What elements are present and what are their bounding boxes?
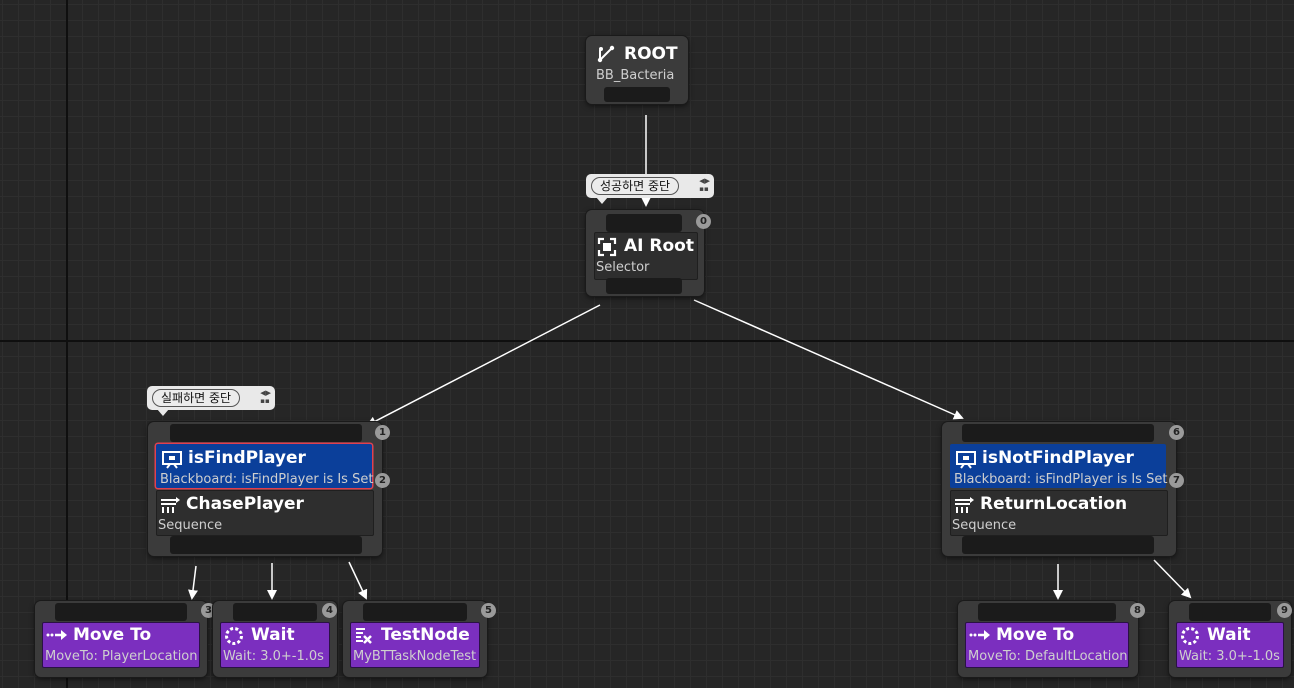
root-output-pin[interactable] [604,87,670,102]
blackboard-icon [954,448,978,470]
chaseplayer-title: ChasePlayer [186,494,304,514]
task-node-testnode[interactable]: 5 TestNode MyBTTaskNodeTest [343,601,496,677]
wait-title: Wait [251,625,295,645]
airoot-input-pin[interactable] [606,214,682,232]
task-input-pin[interactable] [1189,603,1271,621]
isfindplayer-title: isFindPlayer [188,448,306,468]
wire-return-to-wait [1153,559,1192,599]
tree-icon [596,44,616,64]
execution-index-badge: 4 [322,603,337,618]
testnode-title: TestNode [381,625,470,645]
moveto-title: Move To [73,625,152,645]
task-node-moveto-player[interactable]: 3 Move To MoveTo: PlayerLocation [35,601,216,677]
chase-abort-comment: 실패하면 중단 ◀▶ ▪▪ [147,386,275,416]
execution-index-badge: 9 [1277,603,1292,618]
wire-chase-to-moveto [188,565,198,600]
isfindplayer-condition: Blackboard: isFindPlayer is Is Set [160,472,374,487]
chaseplayer-type: Sequence [158,518,223,533]
airoot-subtitle: Selector [596,260,650,275]
wire-airoot-to-return [693,299,964,420]
wait-duration: Wait: 3.0+-1.0s [223,649,324,664]
task-input-pin[interactable] [55,603,187,621]
airoot-abort-comment: 성공하면 중단 ◀▶ ▪▪ [586,174,714,204]
ai-root-node[interactable]: 0 AI Root Selector [586,210,711,296]
return-location-node[interactable]: 6 isNotFindPlayer Blackboard: isFindPlay… [942,422,1184,556]
execution-index-badge: 0 [696,214,711,229]
task-input-pin[interactable] [363,603,467,621]
airoot-comment-label: 성공하면 중단 [591,177,680,195]
task-node-wait-return[interactable]: 9 Wait Wait: 3.0+-1.0s [1169,601,1292,677]
return-output-pin[interactable] [962,536,1154,554]
airoot-title: AI Root [624,236,694,256]
task-icon [353,625,375,647]
root-title: ROOT [624,44,678,64]
chase-output-pin[interactable] [170,536,362,554]
isnotfindplayer-condition: Blackboard: isFindPlayer is Is Set [954,472,1168,487]
airoot-output-pin[interactable] [606,278,682,294]
execution-index-badge: 6 [1169,425,1184,440]
wire-airoot-to-chase [366,304,601,426]
task-input-pin[interactable] [233,603,317,621]
wait-icon [1179,625,1201,647]
move-to-icon [45,626,69,644]
wait-duration: Wait: 3.0+-1.0s [1179,649,1280,664]
chase-input-pin[interactable] [170,424,362,442]
moveto-target: MoveTo: PlayerLocation [45,649,198,664]
moveto-title: Move To [996,625,1075,645]
selector-icon [596,236,618,258]
sequence-icon [158,494,182,516]
comment-toggle-icon: ◀▶ ▪▪ [260,389,271,405]
execution-index-badge: 5 [481,603,496,618]
chase-comment-label: 실패하면 중단 [152,389,241,407]
task-input-pin[interactable] [978,603,1116,621]
return-input-pin[interactable] [962,424,1154,442]
task-node-moveto-default[interactable]: 8 Move To MoveTo: DefaultLocation [958,601,1145,677]
move-to-icon [968,626,992,644]
execution-index-badge: 8 [1130,603,1145,618]
comment-toggle-icon: ◀▶ ▪▪ [699,177,710,193]
execution-index-badge: 7 [1169,473,1184,488]
root-node[interactable]: ROOT BB_Bacteria [586,36,688,104]
wire-chase-to-testnode [348,561,368,600]
task-node-wait-chase[interactable]: 4 Wait Wait: 3.0+-1.0s [213,601,337,677]
moveto-target: MoveTo: DefaultLocation [968,649,1128,664]
wait-title: Wait [1207,625,1251,645]
returnlocation-title: ReturnLocation [980,494,1128,514]
execution-index-badge: 1 [375,425,390,440]
sequence-icon [952,494,976,516]
returnlocation-type: Sequence [952,518,1017,533]
chase-player-node[interactable]: 1 isFindPlayer Blackboard: isFindPlayer … [148,422,390,556]
isnotfindplayer-title: isNotFindPlayer [982,448,1134,468]
testnode-class: MyBTTaskNodeTest [353,649,477,664]
blackboard-icon [160,448,184,470]
root-blackboard: BB_Bacteria [596,68,675,83]
execution-index-badge: 2 [375,473,390,488]
wait-icon [223,625,245,647]
